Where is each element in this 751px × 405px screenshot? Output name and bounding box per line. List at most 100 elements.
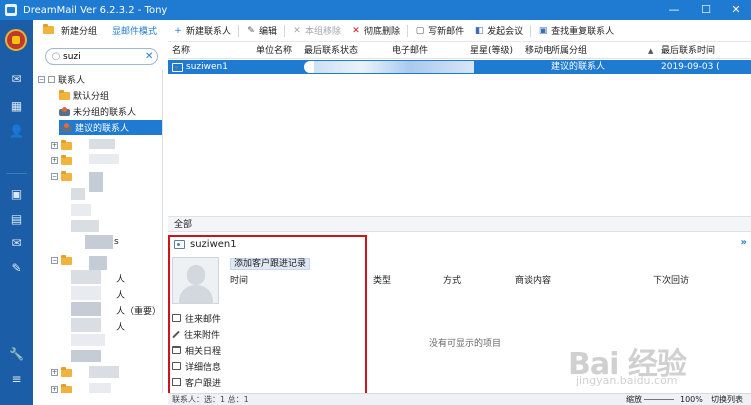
remove-from-group-button[interactable]: ✕ 本组移除 <box>287 20 346 42</box>
find-duplicates-icon: ▣ <box>538 25 548 36</box>
column-header-next-visit[interactable]: 下次回访 <box>653 275 689 287</box>
folder-icon <box>61 139 72 150</box>
expand-icon[interactable]: + <box>51 386 58 393</box>
add-follow-up-button[interactable]: 添加客户跟进记录 <box>230 258 311 270</box>
new-contact-button[interactable]: + 新建联系人 <box>168 20 236 42</box>
folder-icon <box>61 254 72 265</box>
find-duplicates-button[interactable]: ▣ 查找重复联系人 <box>533 20 619 42</box>
column-header-time[interactable]: 时间 <box>230 275 248 287</box>
tools-icon[interactable]: 🔧 <box>9 348 24 361</box>
calendar-icon <box>172 346 181 354</box>
collapse-panel-icon[interactable]: » <box>741 237 747 248</box>
edit-icon: ✎ <box>247 25 255 36</box>
new-group-button[interactable]: 新建分组 <box>43 24 97 37</box>
menu-item-attachments[interactable]: 往来附件 <box>172 327 220 341</box>
tree-item-redacted[interactable]: − <box>51 169 75 184</box>
status-bar: 联系人：选：1 总：1 缩放 100% 切换列表 <box>168 393 751 405</box>
folder-add-icon <box>43 24 54 34</box>
table-row[interactable]: suziwen1 建议的联系人 2019-09-03 ( <box>168 60 751 74</box>
contacts-icon[interactable]: 👤 <box>9 125 24 138</box>
collapse-icon[interactable]: − <box>51 257 58 264</box>
column-header-last-status[interactable]: 最后联系状态 <box>304 43 358 59</box>
menu-icon[interactable]: ≡ <box>9 373 24 386</box>
group-icon <box>61 123 72 132</box>
user-avatar[interactable] <box>5 29 27 51</box>
contact-photo[interactable] <box>172 257 219 304</box>
toggle-list-button[interactable]: 切换列表 <box>711 394 743 405</box>
menu-item-details[interactable]: 详细信息 <box>172 359 221 373</box>
tree-item-default-group[interactable]: 默认分组 <box>59 88 113 103</box>
collapse-icon[interactable]: − <box>51 173 58 180</box>
zoom-percent: 100% <box>680 395 703 404</box>
expand-icon[interactable]: + <box>51 142 58 149</box>
start-meeting-button[interactable]: ◧ 发起会议 <box>469 20 528 42</box>
calendar-30-icon[interactable]: ▣ <box>9 188 24 201</box>
redacted-email <box>314 61 474 73</box>
column-header-name[interactable]: 名称 <box>172 43 190 59</box>
redacted-label <box>89 139 115 149</box>
menu-item-follow-up[interactable]: 客户跟进 <box>172 375 221 389</box>
redacted-label <box>89 172 103 192</box>
note-icon[interactable]: ✎ <box>9 262 24 275</box>
folder-icon <box>59 89 70 100</box>
expand-icon[interactable]: + <box>51 369 58 376</box>
search-input[interactable] <box>63 51 139 62</box>
column-header-discussion[interactable]: 商谈内容 <box>515 275 551 287</box>
search-icon: ○ <box>51 51 61 62</box>
tree-item-redacted[interactable]: + <box>51 153 75 168</box>
calendar-icon[interactable]: ▦ <box>9 100 24 113</box>
tree-item-label: 默认分组 <box>73 92 110 102</box>
expand-icon[interactable]: + <box>51 157 58 164</box>
column-header-group[interactable]: 所属分组 <box>551 43 587 59</box>
clear-search-icon[interactable]: ✕ <box>145 51 153 62</box>
column-header-mobile[interactable]: 移动电 <box>525 43 552 59</box>
maximize-button[interactable]: ☐ <box>691 0 721 20</box>
close-button[interactable]: ✕ <box>721 0 751 20</box>
tree-item-redacted[interactable]: + <box>51 138 75 153</box>
contact-card-icon[interactable]: ▤ <box>9 213 24 226</box>
tab-all[interactable]: 全部 <box>172 218 194 232</box>
empty-state-message: 没有可显示的项目 <box>429 339 502 349</box>
contact-card-icon <box>174 240 185 249</box>
start-meeting-label: 发起会议 <box>487 27 524 37</box>
contact-name-cell: suziwen1 <box>172 60 228 74</box>
delete-button[interactable]: ✕ 彻底删除 <box>346 20 405 42</box>
menu-item-schedule[interactable]: 相关日程 <box>172 343 221 357</box>
mail-icon[interactable]: ✉ <box>9 73 24 86</box>
tree-item-redacted[interactable]: + <box>51 365 75 380</box>
tree-fragment: 人 <box>116 275 126 285</box>
menu-item-mail-history[interactable]: 往来邮件 <box>172 311 221 325</box>
checkbox-icon[interactable] <box>48 76 55 83</box>
tree-fragment: 人 <box>116 291 126 301</box>
column-header-company[interactable]: 单位名称 <box>256 43 292 59</box>
compose-mail-button[interactable]: ▢ 写新邮件 <box>410 20 469 42</box>
tree-item-redacted[interactable]: − <box>51 253 75 268</box>
contact-count: 联系人：选：1 总：1 <box>172 395 249 404</box>
redacted-label <box>71 286 101 300</box>
tree-fragment: s <box>114 237 119 247</box>
zoom-slider[interactable] <box>644 399 674 400</box>
envelope-icon[interactable]: ✉ <box>9 237 24 250</box>
contact-detail-panel: suziwen1 » 添加客户跟进记录 时间 类型 方式 商谈内容 下次回访 没… <box>168 233 751 393</box>
compose-icon: ▢ <box>415 25 425 36</box>
column-header-last-contact[interactable]: 最后联系时间 <box>661 43 715 59</box>
edit-button[interactable]: ✎ 编辑 <box>241 20 282 42</box>
column-header-email[interactable]: 电子邮件 <box>392 43 428 59</box>
remove-icon: ✕ <box>293 25 301 36</box>
group-toolbar: 新建分组 显邮件模式 <box>33 20 163 40</box>
redacted-label <box>71 302 101 316</box>
column-header-method[interactable]: 方式 <box>443 275 461 287</box>
mail-mode-toggle[interactable]: 显邮件模式 <box>112 24 157 37</box>
column-header-type[interactable]: 类型 <box>373 275 391 287</box>
column-header-stars[interactable]: 星星(等级) <box>470 43 513 59</box>
menu-item-label: 往来附件 <box>184 330 221 341</box>
tree-root-contacts[interactable]: − 联系人 <box>38 72 85 87</box>
tree-item-suggested[interactable]: 建议的联系人 <box>59 120 162 135</box>
redacted-label <box>71 220 99 232</box>
envelope-icon <box>172 314 181 322</box>
group-icon <box>59 107 70 116</box>
minimize-button[interactable]: — <box>659 0 689 20</box>
collapse-icon[interactable]: − <box>38 76 45 83</box>
redacted-label <box>89 256 107 270</box>
tree-item-ungrouped[interactable]: 未分组的联系人 <box>59 104 140 119</box>
